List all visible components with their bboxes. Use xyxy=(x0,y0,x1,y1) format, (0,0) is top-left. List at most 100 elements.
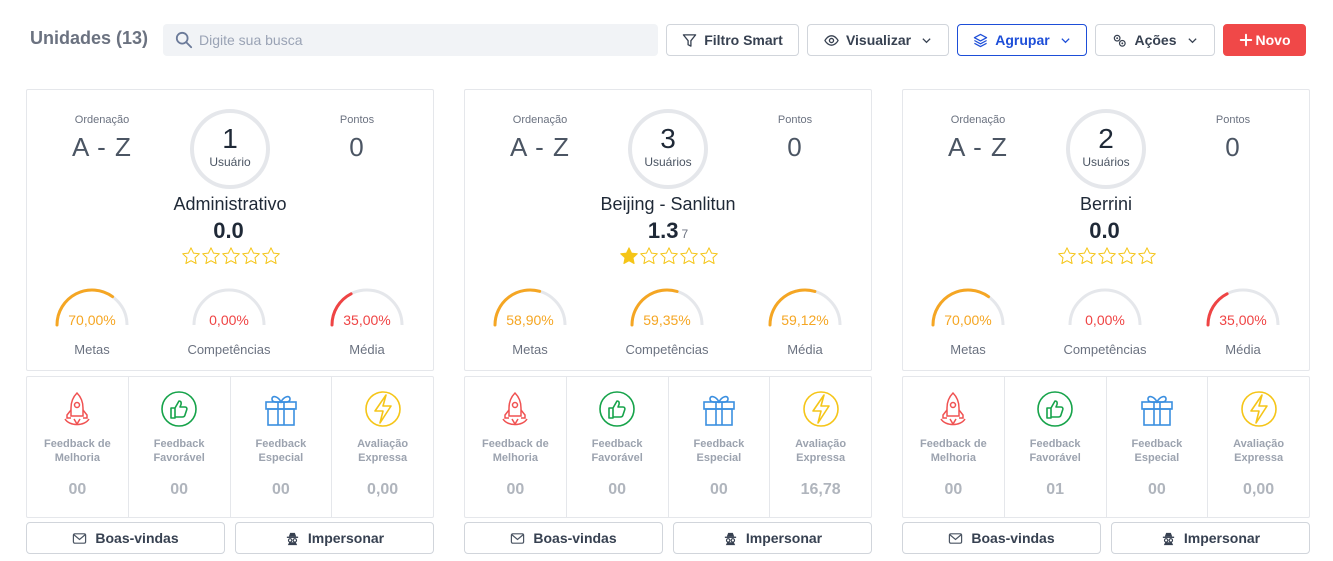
feedback-label: Feedback Favorável xyxy=(591,438,643,464)
unit-score: 0.0 xyxy=(27,218,433,244)
feedback-label: Feedback de Melhoria xyxy=(920,438,987,464)
feedback-panel: Feedback de Melhoria 00 Feedback Favoráv… xyxy=(464,376,872,518)
users-ring[interactable]: 3 Usuários xyxy=(628,109,708,189)
feedback-label: Avaliação Expressa xyxy=(1233,438,1285,464)
feedback-especial-cell[interactable]: Feedback Especial 00 xyxy=(669,377,771,517)
feedback-label: Feedback Favorável xyxy=(1029,438,1081,464)
lightning-icon xyxy=(802,391,839,427)
smart-filter-label: Filtro Smart xyxy=(704,32,783,48)
feedback-label: Avaliação Expressa xyxy=(795,438,847,464)
star-empty-icon xyxy=(1098,247,1116,264)
avaliacao-expressa-cell[interactable]: Avaliação Expressa 0,00 xyxy=(1208,377,1309,517)
feedback-value: 01 xyxy=(1046,481,1065,498)
star-empty-icon xyxy=(182,247,200,264)
welcome-label: Boas-vindas xyxy=(971,530,1055,546)
gears-icon xyxy=(1114,34,1127,47)
gauge-competencias: 59,35% Competências xyxy=(625,285,709,360)
feedback-value: 00 xyxy=(944,481,963,498)
group-button[interactable]: Agrupar xyxy=(957,24,1087,56)
actions-button[interactable]: Ações xyxy=(1095,24,1215,56)
toolbar: Unidades (13) Filtro Smart Visualizar Ag… xyxy=(0,0,1333,80)
feedback-favoravel-cell[interactable]: Feedback Favorável 00 xyxy=(567,377,669,517)
welcome-label: Boas-vindas xyxy=(533,530,617,546)
gauge-label: Média xyxy=(349,342,385,357)
impersonate-button[interactable]: Impersonar xyxy=(1111,522,1310,554)
spy-icon xyxy=(1162,532,1174,545)
welcome-button[interactable]: Boas-vindas xyxy=(26,522,225,554)
gauge-media: 35,00% Média xyxy=(327,285,407,360)
points-label: Pontos xyxy=(339,114,375,126)
feedback-favoravel-cell[interactable]: Feedback Favorável 00 xyxy=(129,377,231,517)
rocket-icon xyxy=(64,391,91,426)
rating-stars xyxy=(1057,246,1157,266)
gauge-media: 35,00% Média xyxy=(1203,285,1283,360)
search-box[interactable] xyxy=(163,24,658,56)
actions-label: Ações xyxy=(1134,32,1177,48)
avaliacao-expressa-cell[interactable]: Avaliação Expressa 16,78 xyxy=(770,377,871,517)
feedback-melhoria-cell[interactable]: Feedback de Melhoria 00 xyxy=(465,377,567,517)
unit-card[interactable]: Ordenação A - Z 1 Usuário Pontos 0 Admin… xyxy=(26,89,434,371)
view-button[interactable]: Visualizar xyxy=(807,24,949,56)
plus-icon xyxy=(1239,33,1252,47)
feedback-label: Feedback Especial xyxy=(1131,438,1183,464)
thumbs-up-icon xyxy=(599,391,635,427)
new-label: Novo xyxy=(1255,32,1291,48)
star-empty-icon xyxy=(660,247,678,264)
users-count: 1 xyxy=(222,123,238,154)
ordering-label: Ordenação xyxy=(512,114,568,126)
feedback-value: 00 xyxy=(68,481,87,498)
star-empty-icon xyxy=(1138,247,1156,264)
welcome-button[interactable]: Boas-vindas xyxy=(464,522,663,554)
lightning-icon xyxy=(364,391,401,427)
points-label: Pontos xyxy=(1215,114,1251,126)
gauge-label: Competências xyxy=(187,342,271,357)
users-label: Usuários xyxy=(644,155,692,169)
gauge-label: Metas xyxy=(512,342,548,357)
view-label: Visualizar xyxy=(845,32,912,48)
gauge-label: Média xyxy=(787,342,823,357)
rating-stars xyxy=(181,246,281,266)
gauge-metas: 70,00% Metas xyxy=(52,285,132,360)
users-ring[interactable]: 1 Usuário xyxy=(190,109,270,189)
spy-icon xyxy=(286,532,298,545)
welcome-button[interactable]: Boas-vindas xyxy=(902,522,1101,554)
impersonate-button[interactable]: Impersonar xyxy=(673,522,872,554)
feedback-melhoria-cell[interactable]: Feedback de Melhoria 00 xyxy=(27,377,129,517)
gauge-competencias: 0,00% Competências xyxy=(187,285,271,360)
feedback-favoravel-cell[interactable]: Feedback Favorável 01 xyxy=(1005,377,1107,517)
star-empty-icon xyxy=(680,247,698,264)
avaliacao-expressa-cell[interactable]: Avaliação Expressa 0,00 xyxy=(332,377,433,517)
welcome-label: Boas-vindas xyxy=(95,530,179,546)
smart-filter-button[interactable]: Filtro Smart xyxy=(666,24,799,56)
new-button[interactable]: Novo xyxy=(1223,24,1306,56)
feedback-especial-cell[interactable]: Feedback Especial 00 xyxy=(231,377,333,517)
unit-card[interactable]: Ordenação A - Z 2 Usuários Pontos 0 Berr… xyxy=(902,89,1310,371)
feedback-especial-cell[interactable]: Feedback Especial 00 xyxy=(1107,377,1209,517)
gift-icon xyxy=(1141,395,1173,426)
gauge-value: 59,12% xyxy=(781,312,829,328)
feedback-label: Feedback Especial xyxy=(693,438,745,464)
ordering-label: Ordenação xyxy=(950,114,1006,126)
feedback-melhoria-cell[interactable]: Feedback de Melhoria 00 xyxy=(903,377,1005,517)
star-empty-icon xyxy=(262,247,280,264)
ordering-label: Ordenação xyxy=(74,114,130,126)
chevron-down-icon xyxy=(1061,37,1070,43)
rocket-icon xyxy=(940,391,967,426)
page-title: Unidades (13) xyxy=(30,28,149,48)
feedback-value: 00 xyxy=(608,481,627,498)
search-input[interactable] xyxy=(199,32,639,48)
unit-name: Administrativo xyxy=(173,194,287,214)
envelope-icon xyxy=(511,532,525,544)
users-ring[interactable]: 2 Usuários xyxy=(1066,109,1146,189)
envelope-icon xyxy=(73,532,87,544)
star-empty-icon xyxy=(1078,247,1096,264)
unit-card[interactable]: Ordenação A - Z 3 Usuários Pontos 0 Beij… xyxy=(464,89,872,371)
gauge-metas: 58,90% Metas xyxy=(490,285,570,360)
users-count: 3 xyxy=(660,123,676,154)
spy-icon xyxy=(724,532,736,545)
feedback-label: Feedback de Melhoria xyxy=(482,438,549,464)
feedback-value: 00 xyxy=(506,481,525,498)
chevron-down-icon xyxy=(1187,37,1197,43)
gauge-value: 35,00% xyxy=(343,312,391,328)
impersonate-button[interactable]: Impersonar xyxy=(235,522,434,554)
